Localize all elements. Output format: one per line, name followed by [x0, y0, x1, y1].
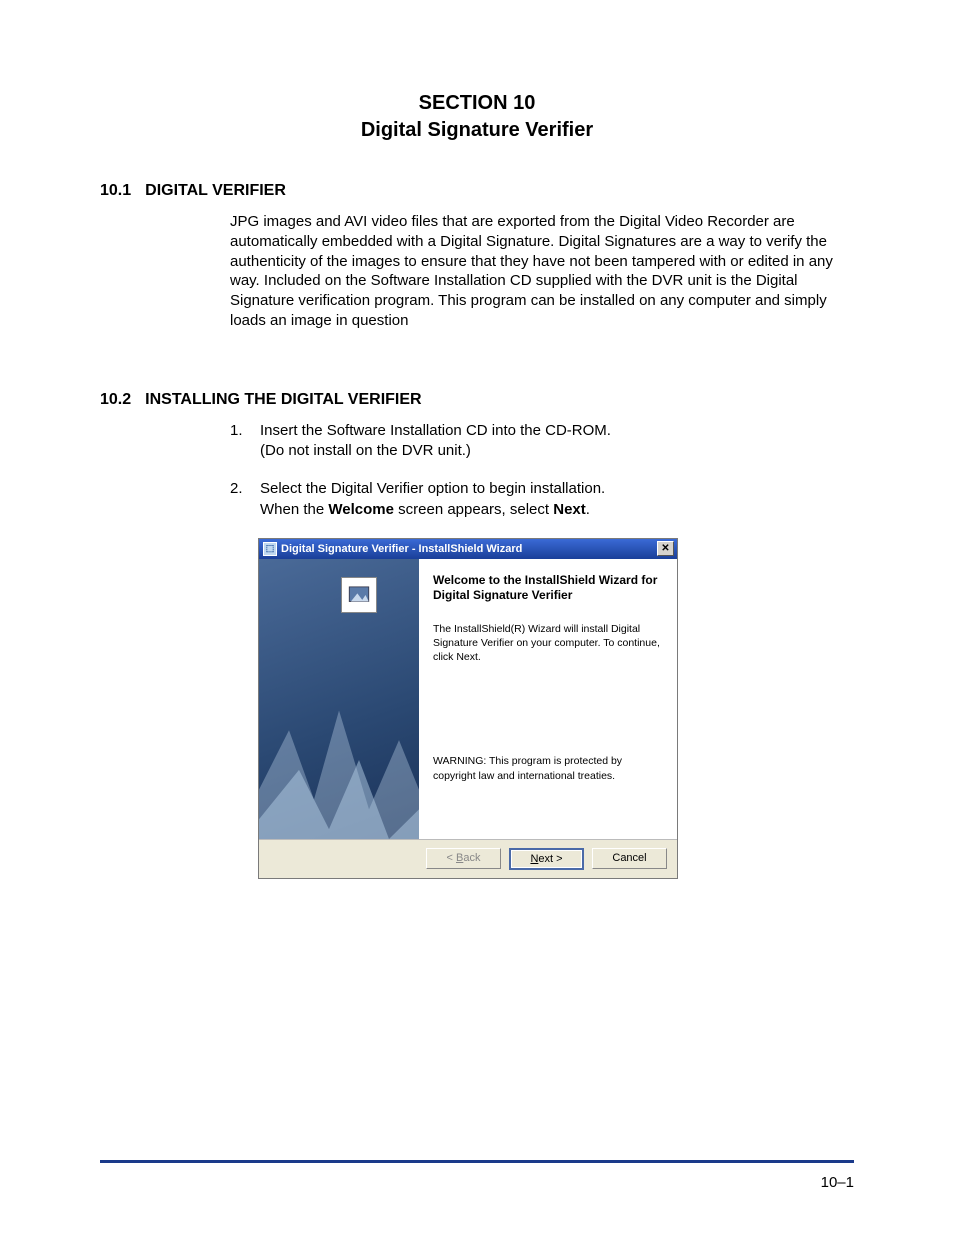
- dialog-footer: < Back Next > Cancel: [259, 839, 677, 878]
- step-line: Insert the Software Installation CD into…: [260, 422, 611, 439]
- step-text: Insert the Software Installation CD into…: [260, 421, 611, 462]
- subsection-10-1-body: JPG images and AVI video files that are …: [230, 212, 844, 331]
- subsection-number: 10.1: [100, 182, 131, 200]
- step-text: Select the Digital Verifier option to be…: [260, 479, 605, 520]
- cancel-button[interactable]: Cancel: [592, 848, 667, 869]
- subsection-title: INSTALLING THE DIGITAL VERIFIER: [145, 391, 421, 409]
- step-number: 2.: [230, 479, 248, 520]
- dialog-description: The InstallShield(R) Wizard will install…: [433, 622, 663, 665]
- page-number: 10–1: [821, 1174, 854, 1191]
- dialog-sidebar-image: [259, 559, 419, 839]
- footer-rule: [100, 1160, 854, 1163]
- list-item: 1. Insert the Software Installation CD i…: [230, 421, 854, 462]
- subsection-10-1-heading: 10.1 DIGITAL VERIFIER: [100, 182, 854, 200]
- next-button[interactable]: Next >: [509, 848, 584, 870]
- install-steps-list: 1. Insert the Software Installation CD i…: [230, 421, 854, 520]
- installer-icon: ⬚: [263, 542, 277, 556]
- subsection-number: 10.2: [100, 391, 131, 409]
- dialog-body: Welcome to the InstallShield Wizard for …: [259, 559, 677, 839]
- step-line: (Do not install on the DVR unit.): [260, 442, 471, 459]
- dialog-titlebar[interactable]: ⬚ Digital Signature Verifier - InstallSh…: [259, 539, 677, 559]
- step-line: Select the Digital Verifier option to be…: [260, 480, 605, 497]
- section-header: SECTION 10 Digital Signature Verifier: [100, 90, 854, 144]
- dialog-title: Digital Signature Verifier - InstallShie…: [281, 543, 522, 555]
- step-line: When the Welcome screen appears, select …: [260, 501, 590, 518]
- dialog-heading: Welcome to the InstallShield Wizard for …: [433, 573, 663, 604]
- installer-dialog: ⬚ Digital Signature Verifier - InstallSh…: [258, 538, 678, 879]
- subsection-title: DIGITAL VERIFIER: [145, 182, 286, 200]
- list-item: 2. Select the Digital Verifier option to…: [230, 479, 854, 520]
- cd-box-icon: [341, 577, 377, 613]
- section-line-1: SECTION 10: [100, 90, 854, 117]
- step-number: 1.: [230, 421, 248, 462]
- close-icon[interactable]: ✕: [657, 541, 674, 556]
- dialog-content: Welcome to the InstallShield Wizard for …: [419, 559, 677, 839]
- back-button: < Back: [426, 848, 501, 869]
- subsection-10-2-heading: 10.2 INSTALLING THE DIGITAL VERIFIER: [100, 391, 854, 409]
- dialog-warning: WARNING: This program is protected by co…: [433, 754, 663, 782]
- section-line-2: Digital Signature Verifier: [100, 117, 854, 144]
